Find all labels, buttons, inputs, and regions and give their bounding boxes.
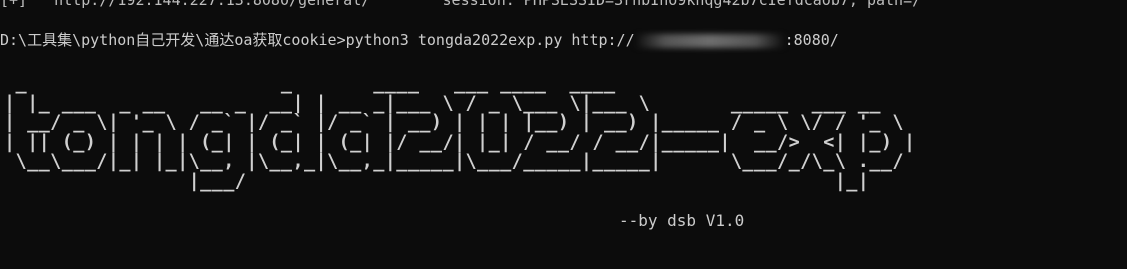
command-suffix: :8080/	[784, 31, 839, 49]
credit-text: --by dsb V1.0	[619, 211, 745, 230]
ascii-banner: _ _ ____ ___ ____ ____ | |_ ___ _ __ __ …	[4, 73, 916, 192]
prompt-path: D:\工具集\python自己开发\通达oa获取cookie>	[0, 31, 346, 49]
command-text: python3 tongda2022exp.py http://	[345, 31, 635, 49]
previous-output-line: [+] http://192.144.227.13:8080/general/ …	[0, 0, 922, 9]
redacted-host	[634, 33, 785, 48]
command-line: D:\工具集\python自己开发\通达oa获取cookie>python3 t…	[0, 31, 839, 49]
